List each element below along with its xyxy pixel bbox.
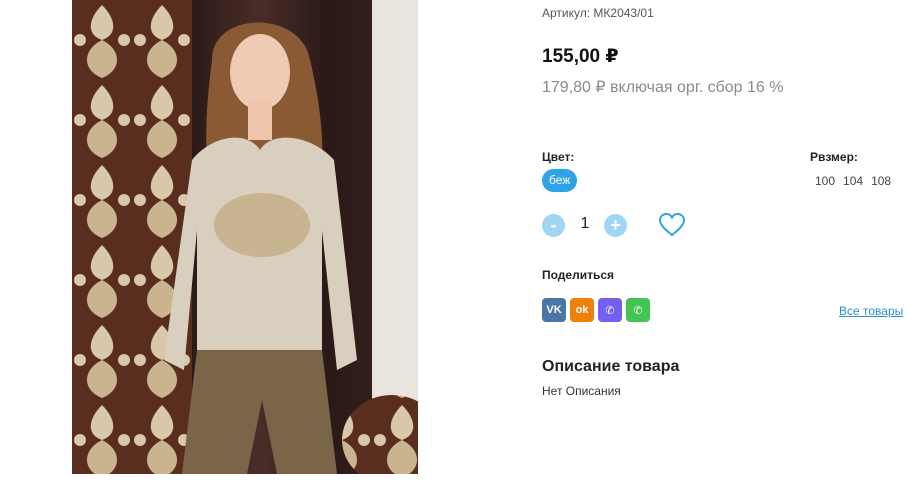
size-option[interactable]: 104 <box>843 174 863 188</box>
description-text: Нет Описания <box>542 384 621 398</box>
product-image <box>72 0 418 474</box>
description-title: Описание товара <box>542 358 680 375</box>
size-options: 100 104 108 <box>815 174 891 188</box>
product-price: 155,00 ₽ <box>542 46 619 67</box>
odnoklassniki-icon[interactable]: ok <box>570 298 594 322</box>
color-label: Цвет: <box>542 150 575 164</box>
quantity-value[interactable]: 1 <box>578 215 592 233</box>
share-buttons: VK ok ✆ ✆ <box>542 298 650 322</box>
product-photo[interactable] <box>72 0 418 474</box>
quantity-increase-button[interactable]: + <box>604 214 627 237</box>
viber-icon[interactable]: ✆ <box>598 298 622 322</box>
share-label: Поделиться <box>542 268 615 282</box>
quantity-decrease-button[interactable]: - <box>542 214 565 237</box>
all-products-link[interactable]: Все товары <box>839 304 903 318</box>
size-option[interactable]: 108 <box>871 174 891 188</box>
vk-icon[interactable]: VK <box>542 298 566 322</box>
product-sku: Артикул: МК2043/01 <box>542 6 654 20</box>
product-price-with-fee: 179,80 ₽ включая орг. сбор 16 % <box>542 79 784 96</box>
size-label: Рвзмер: <box>810 150 858 164</box>
size-option[interactable]: 100 <box>815 174 835 188</box>
color-option-selected[interactable]: беж <box>542 169 578 192</box>
whatsapp-icon[interactable]: ✆ <box>626 298 650 322</box>
favorite-heart-icon[interactable] <box>658 212 686 242</box>
